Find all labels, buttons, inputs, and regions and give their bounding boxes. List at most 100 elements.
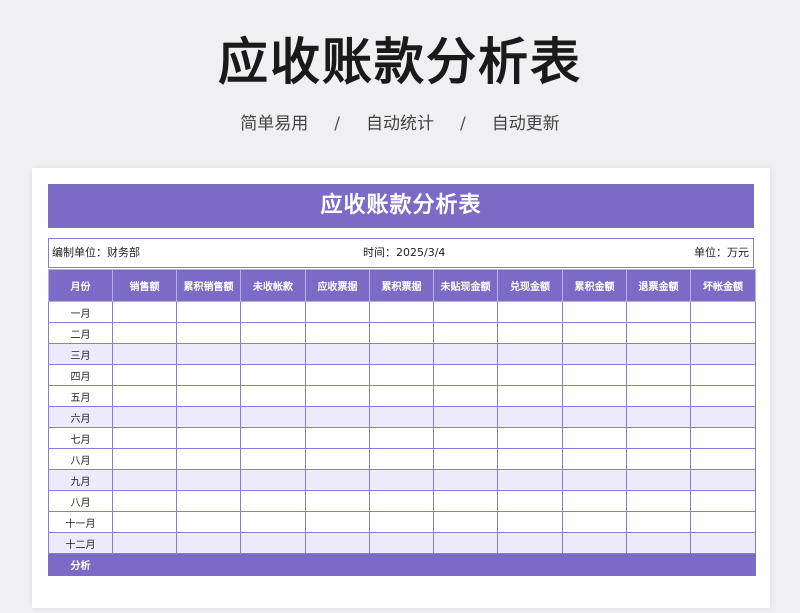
data-cell[interactable]: [369, 490, 434, 512]
data-cell[interactable]: [626, 532, 691, 554]
data-cell[interactable]: [690, 385, 756, 407]
data-cell[interactable]: [240, 406, 306, 428]
data-cell[interactable]: [497, 469, 563, 491]
data-cell[interactable]: [112, 322, 177, 344]
data-cell[interactable]: [240, 322, 306, 344]
data-cell[interactable]: [626, 406, 691, 428]
data-cell[interactable]: [240, 301, 306, 323]
data-cell[interactable]: [497, 532, 563, 554]
data-cell[interactable]: [433, 448, 498, 470]
data-cell[interactable]: [305, 427, 370, 449]
data-cell[interactable]: [562, 364, 627, 386]
data-cell[interactable]: [562, 322, 627, 344]
data-cell[interactable]: [497, 490, 563, 512]
data-cell[interactable]: [562, 406, 627, 428]
data-cell[interactable]: [305, 301, 370, 323]
data-cell[interactable]: [690, 322, 756, 344]
data-cell[interactable]: [690, 469, 756, 491]
data-cell[interactable]: [305, 490, 370, 512]
data-cell[interactable]: [626, 343, 691, 365]
data-cell[interactable]: [369, 532, 434, 554]
data-cell[interactable]: [369, 301, 434, 323]
data-cell[interactable]: [690, 343, 756, 365]
data-cell[interactable]: [626, 301, 691, 323]
data-cell[interactable]: [369, 511, 434, 533]
data-cell[interactable]: [690, 364, 756, 386]
data-cell[interactable]: [112, 301, 177, 323]
data-cell[interactable]: [433, 364, 498, 386]
data-cell[interactable]: [562, 343, 627, 365]
data-cell[interactable]: [497, 343, 563, 365]
data-cell[interactable]: [369, 343, 434, 365]
data-cell[interactable]: [433, 427, 498, 449]
data-cell[interactable]: [562, 469, 627, 491]
data-cell[interactable]: [112, 448, 177, 470]
data-cell[interactable]: [369, 469, 434, 491]
data-cell[interactable]: [240, 364, 306, 386]
data-cell[interactable]: [497, 406, 563, 428]
data-cell[interactable]: [626, 448, 691, 470]
data-cell[interactable]: [305, 385, 370, 407]
data-cell[interactable]: [240, 532, 306, 554]
data-cell[interactable]: [626, 469, 691, 491]
data-cell[interactable]: [112, 490, 177, 512]
data-cell[interactable]: [562, 385, 627, 407]
data-cell[interactable]: [369, 427, 434, 449]
data-cell[interactable]: [112, 469, 177, 491]
data-cell[interactable]: [176, 490, 241, 512]
data-cell[interactable]: [305, 364, 370, 386]
data-cell[interactable]: [562, 511, 627, 533]
data-cell[interactable]: [112, 364, 177, 386]
data-cell[interactable]: [369, 448, 434, 470]
data-cell[interactable]: [305, 343, 370, 365]
data-cell[interactable]: [690, 511, 756, 533]
data-cell[interactable]: [433, 301, 498, 323]
data-cell[interactable]: [369, 322, 434, 344]
data-cell[interactable]: [626, 322, 691, 344]
data-cell[interactable]: [240, 448, 306, 470]
data-cell[interactable]: [497, 322, 563, 344]
data-cell[interactable]: [562, 427, 627, 449]
data-cell[interactable]: [433, 385, 498, 407]
data-cell[interactable]: [626, 490, 691, 512]
data-cell[interactable]: [433, 406, 498, 428]
data-cell[interactable]: [176, 427, 241, 449]
data-cell[interactable]: [176, 301, 241, 323]
data-cell[interactable]: [240, 469, 306, 491]
data-cell[interactable]: [690, 448, 756, 470]
data-cell[interactable]: [497, 385, 563, 407]
data-cell[interactable]: [112, 532, 177, 554]
data-cell[interactable]: [305, 469, 370, 491]
data-cell[interactable]: [112, 343, 177, 365]
data-cell[interactable]: [690, 532, 756, 554]
data-cell[interactable]: [497, 364, 563, 386]
data-cell[interactable]: [176, 322, 241, 344]
data-cell[interactable]: [433, 322, 498, 344]
data-cell[interactable]: [433, 532, 498, 554]
data-cell[interactable]: [176, 448, 241, 470]
data-cell[interactable]: [690, 490, 756, 512]
data-cell[interactable]: [305, 406, 370, 428]
data-cell[interactable]: [176, 469, 241, 491]
data-cell[interactable]: [176, 385, 241, 407]
data-cell[interactable]: [562, 301, 627, 323]
data-cell[interactable]: [690, 406, 756, 428]
data-cell[interactable]: [112, 385, 177, 407]
data-cell[interactable]: [240, 427, 306, 449]
data-cell[interactable]: [626, 364, 691, 386]
data-cell[interactable]: [626, 385, 691, 407]
data-cell[interactable]: [240, 511, 306, 533]
data-cell[interactable]: [305, 532, 370, 554]
data-cell[interactable]: [497, 427, 563, 449]
data-cell[interactable]: [433, 511, 498, 533]
data-cell[interactable]: [690, 427, 756, 449]
data-cell[interactable]: [112, 511, 177, 533]
data-cell[interactable]: [626, 511, 691, 533]
data-cell[interactable]: [562, 490, 627, 512]
data-cell[interactable]: [112, 406, 177, 428]
data-cell[interactable]: [176, 511, 241, 533]
data-cell[interactable]: [240, 343, 306, 365]
data-cell[interactable]: [240, 490, 306, 512]
data-cell[interactable]: [369, 385, 434, 407]
data-cell[interactable]: [497, 511, 563, 533]
